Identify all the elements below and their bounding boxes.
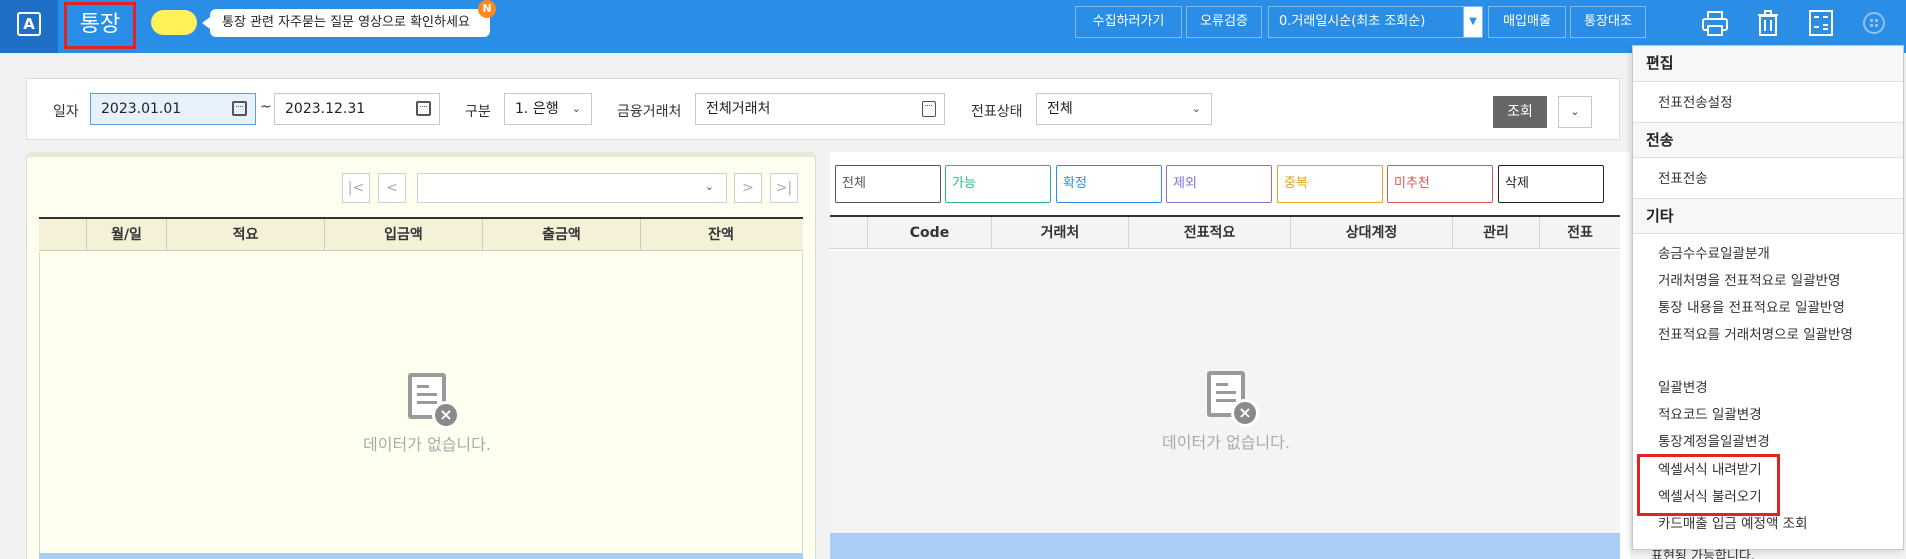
menu-item[interactable]: 전표적요를 거래처명으로 일괄반영 bbox=[1658, 324, 1883, 346]
page-title: 통장 bbox=[79, 12, 121, 37]
type-label: 구분 bbox=[465, 104, 491, 120]
status-select-value: 전체 bbox=[1047, 101, 1073, 117]
account-reconcile-button[interactable]: 통장대조 bbox=[1570, 6, 1646, 38]
status-select[interactable]: 전체 ⌄ bbox=[1036, 93, 1212, 125]
status-chip[interactable]: 가능 bbox=[945, 165, 1051, 203]
column-header[interactable]: 거래처 bbox=[992, 217, 1129, 249]
empty-state: × 데이터가 없습니다. bbox=[347, 373, 507, 455]
row-select-column[interactable] bbox=[830, 217, 868, 249]
help-tip[interactable]: 통장 관련 자주묻는 질문 영상으로 확인하세요 bbox=[202, 9, 490, 37]
column-header[interactable]: 전표 bbox=[1540, 217, 1620, 249]
date-to-value: 2023.12.31 bbox=[285, 101, 366, 117]
highlight-box bbox=[1637, 454, 1780, 516]
column-header[interactable]: 상대계정 bbox=[1291, 217, 1453, 249]
next-page-button[interactable]: > bbox=[734, 173, 762, 203]
menu-item[interactable]: 거래처명을 전표적요로 일괄반영 bbox=[1658, 270, 1898, 292]
period-select[interactable]: ⌄ bbox=[417, 173, 727, 203]
column-header[interactable]: 월/일 bbox=[87, 219, 167, 251]
column-header[interactable]: 적요 bbox=[167, 219, 325, 251]
status-label: 전표상태 bbox=[971, 104, 1023, 120]
column-header[interactable]: 전표적요 bbox=[1129, 217, 1291, 249]
trash-icon[interactable] bbox=[1753, 8, 1783, 38]
type-select-value: 1. 은행 bbox=[515, 101, 559, 117]
apps-icon[interactable] bbox=[1859, 8, 1889, 38]
status-chip[interactable]: 전체 bbox=[835, 165, 941, 203]
date-from-value: 2023.01.01 bbox=[101, 101, 182, 117]
app-logo[interactable]: A bbox=[0, 0, 58, 53]
page-title-box: 통장 bbox=[64, 2, 136, 49]
menu-section-etc: 기타 bbox=[1633, 198, 1903, 234]
purchase-sales-button[interactable]: 매입매출 bbox=[1488, 6, 1566, 38]
error-check-button[interactable]: 오류검증 bbox=[1186, 6, 1262, 38]
voucher-panel: 전체 가능 확정 제외 중복 미추천 삭제 Code 거래처 전표적요 상대계정 관리 전표… bbox=[830, 152, 1630, 559]
column-header[interactable]: 출금액 bbox=[483, 219, 641, 251]
status-chip[interactable]: 제외 bbox=[1166, 165, 1272, 203]
date-label: 일자 bbox=[53, 104, 79, 120]
empty-state: × 데이터가 없습니다. bbox=[1146, 371, 1306, 453]
menu-item[interactable]: 카드매출 입금 예정액 조회 bbox=[1658, 513, 1898, 535]
table-body: × 데이터가 없습니다. bbox=[830, 251, 1620, 533]
filter-bar: 일자 2023.01.01 ~ 2023.12.31 구분 1. 은행 ⌄ 금융… bbox=[26, 78, 1620, 140]
menu-section-edit: 편집 bbox=[1633, 46, 1903, 82]
calendar-icon[interactable] bbox=[416, 101, 431, 116]
account-input[interactable]: 전체거래처 bbox=[695, 93, 945, 125]
status-chip[interactable]: 확정 bbox=[1056, 165, 1162, 203]
top-bar: A 통장 통장 관련 자주묻는 질문 영상으로 확인하세요 N 수집하러가기 오… bbox=[0, 0, 1906, 53]
menu-item[interactable]: 적요코드 일괄변경 bbox=[1658, 404, 1898, 426]
new-badge: N bbox=[478, 0, 496, 18]
background-text: 표현됭 가능합니다. bbox=[1651, 549, 1755, 559]
collect-button[interactable]: 수집하러가기 bbox=[1075, 6, 1182, 38]
chevron-down-icon: ⌄ bbox=[704, 180, 714, 193]
status-chip[interactable]: 미추천 bbox=[1387, 165, 1493, 203]
column-header[interactable]: Code bbox=[868, 217, 992, 249]
status-chip[interactable]: 중복 bbox=[1277, 165, 1383, 203]
lookup-icon[interactable] bbox=[922, 101, 936, 117]
menu-item[interactable]: 전표전송 bbox=[1658, 168, 1898, 190]
table-footer bbox=[830, 533, 1620, 559]
type-select[interactable]: 1. 은행 ⌄ bbox=[504, 93, 592, 125]
date-to-input[interactable]: 2023.12.31 bbox=[274, 93, 440, 125]
table-header: Code 거래처 전표적요 상대계정 관리 전표 bbox=[830, 215, 1620, 249]
help-toggle[interactable] bbox=[151, 10, 197, 35]
menu-item[interactable]: 일괄변경 bbox=[1658, 377, 1898, 399]
menu-item[interactable]: 통장 내용을 전표적요로 일괄반영 bbox=[1658, 297, 1898, 319]
more-options-button[interactable]: ⌄ bbox=[1558, 96, 1592, 128]
column-header[interactable]: 관리 bbox=[1453, 217, 1540, 249]
sort-select[interactable]: 0.거래일시순(최초 조회순) bbox=[1268, 6, 1466, 38]
last-page-button[interactable]: >| bbox=[770, 173, 798, 203]
chevron-down-icon: ⌄ bbox=[1191, 102, 1201, 115]
status-chip[interactable]: 삭제 bbox=[1498, 165, 1604, 203]
no-data-icon: × bbox=[1207, 371, 1259, 427]
logo-icon: A bbox=[17, 12, 41, 36]
search-button[interactable]: 조회 bbox=[1493, 96, 1547, 128]
no-data-icon: × bbox=[408, 373, 460, 429]
prev-page-button[interactable]: < bbox=[378, 173, 406, 203]
calculator-icon[interactable] bbox=[1806, 8, 1836, 38]
table-footer bbox=[39, 553, 803, 559]
table-body: × 데이터가 없습니다. bbox=[39, 253, 803, 553]
table-header: 월/일 적요 입금액 출금액 잔액 bbox=[39, 217, 803, 251]
empty-state-text: 데이터가 없습니다. bbox=[363, 435, 491, 454]
date-from-input[interactable]: 2023.01.01 bbox=[90, 93, 256, 125]
sort-caret-icon[interactable]: ▼ bbox=[1463, 6, 1483, 38]
account-label: 금융거래처 bbox=[617, 104, 682, 120]
bank-transactions-panel: |< < ⌄ > >| 월/일 적요 입금액 출금액 잔액 × 데이터가 없습니… bbox=[26, 152, 816, 559]
menu-section-send: 전송 bbox=[1633, 122, 1903, 158]
date-tilde: ~ bbox=[260, 99, 272, 115]
chevron-down-icon: ⌄ bbox=[571, 102, 581, 115]
column-header[interactable]: 입금액 bbox=[325, 219, 483, 251]
menu-item[interactable]: 전표전송설정 bbox=[1658, 92, 1898, 114]
column-header[interactable]: 잔액 bbox=[641, 219, 801, 251]
menu-item[interactable]: 통장계정을일괄변경 bbox=[1658, 431, 1898, 453]
account-value: 전체거래처 bbox=[706, 101, 771, 117]
calendar-icon[interactable] bbox=[232, 101, 247, 116]
menu-item[interactable]: 송금수수료일괄분개 bbox=[1658, 243, 1898, 265]
printer-icon[interactable] bbox=[1700, 8, 1730, 38]
first-page-button[interactable]: |< bbox=[342, 173, 370, 203]
row-select-column[interactable] bbox=[39, 219, 87, 251]
empty-state-text: 데이터가 없습니다. bbox=[1162, 433, 1290, 452]
